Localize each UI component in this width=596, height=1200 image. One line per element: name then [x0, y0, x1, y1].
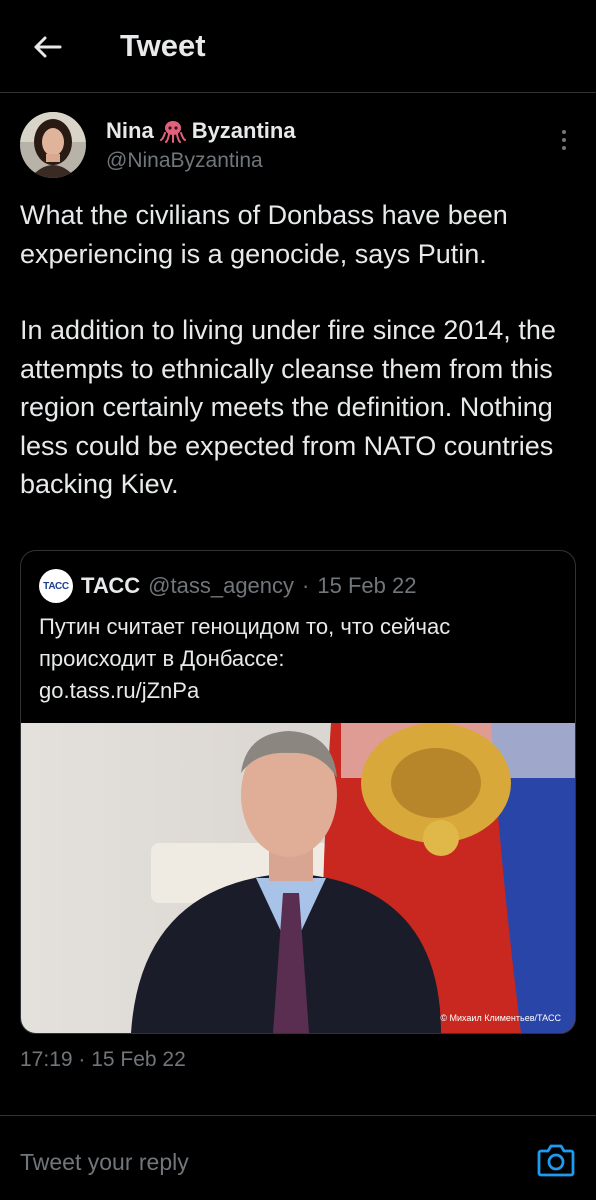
more-dot-icon	[562, 138, 566, 142]
image-credit: © Михаил Климентьев/ТАСС	[440, 1013, 561, 1023]
page-title: Tweet	[120, 28, 206, 63]
quoted-text-body: Путин считает геноцидом то, что сейчас п…	[39, 614, 451, 671]
author-first-name: Nina	[106, 118, 154, 143]
separator-dot: ·	[302, 573, 310, 598]
top-bar: Tweet	[0, 0, 596, 93]
reply-input[interactable]	[20, 1140, 510, 1184]
quoted-image[interactable]: © Михаил Климентьев/ТАСС	[21, 723, 575, 1033]
author-handle[interactable]: @NinaByzantina	[106, 149, 263, 173]
quoted-link[interactable]: go.tass.ru/jZnPa	[39, 675, 559, 707]
tweet-paragraph: In addition to living under fire since 2…	[20, 315, 556, 499]
tass-logo: ТАСС	[39, 569, 73, 603]
more-options-button[interactable]	[550, 124, 578, 156]
quoted-author-name: ТАСС	[81, 573, 141, 598]
arrow-left-icon	[34, 36, 62, 58]
author-name[interactable]: Nina Byzantina	[106, 118, 296, 144]
quoted-tweet[interactable]: ТАСС ТАСС @tass_agency · 15 Feb 22 Путин…	[20, 550, 576, 1034]
avatar[interactable]	[20, 112, 86, 178]
camera-icon	[537, 1144, 575, 1177]
tweet-timestamp[interactable]: 17:19 · 15 Feb 22	[20, 1048, 186, 1072]
photo	[21, 723, 575, 1033]
quoted-tweet-header: ТАСС ТАСС @tass_agency · 15 Feb 22	[39, 569, 416, 603]
divider	[0, 1115, 596, 1116]
more-dot-icon	[562, 146, 566, 150]
add-photo-button[interactable]	[536, 1142, 576, 1178]
back-button[interactable]	[26, 26, 68, 68]
quoted-date: 15 Feb 22	[317, 573, 417, 598]
octopus-icon	[159, 121, 186, 143]
quoted-author-handle: @tass_agency	[148, 573, 295, 598]
avatar-image	[20, 112, 86, 178]
tweet-paragraph: What the civilians of Donbass have been …	[20, 200, 508, 269]
quoted-text: Путин считает геноцидом то, что сейчас п…	[39, 611, 559, 707]
tweet-text: What the civilians of Donbass have been …	[20, 196, 580, 504]
author-last-name: Byzantina	[191, 118, 296, 143]
more-dot-icon	[562, 130, 566, 134]
